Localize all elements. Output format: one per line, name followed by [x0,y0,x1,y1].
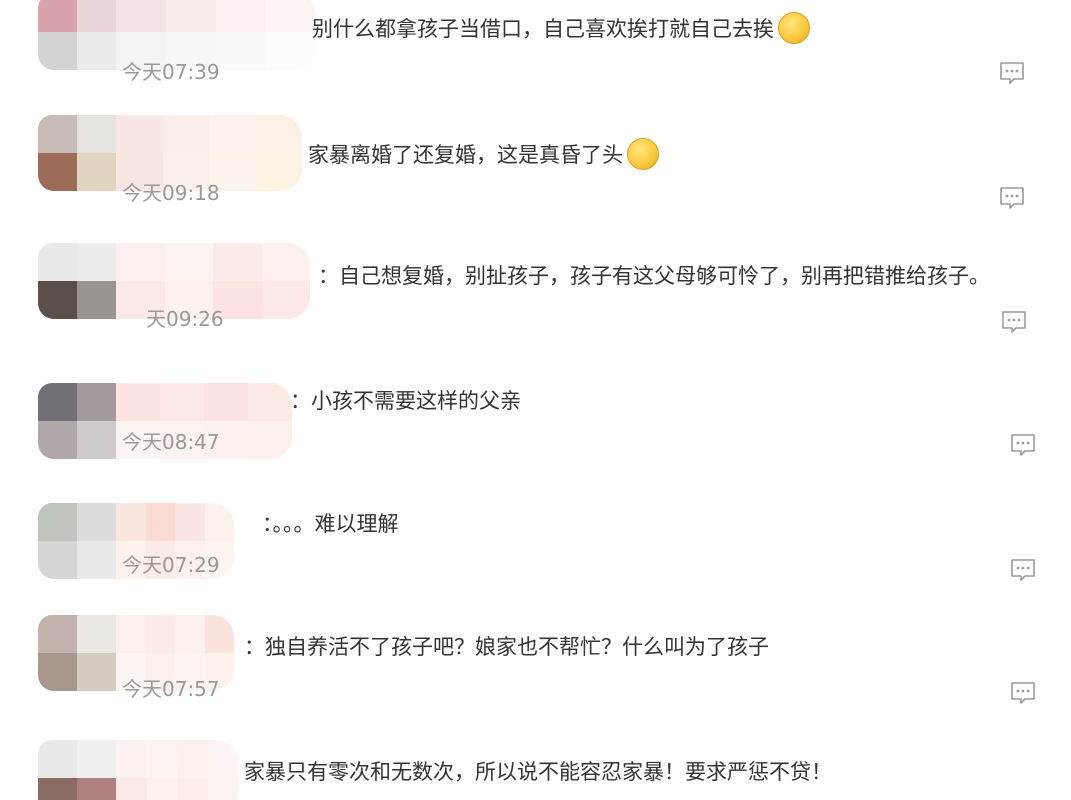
comment-text-content: ：小孩不需要这样的父亲 [290,389,521,413]
comment-text-content: 家暴离婚了还复婚，这是真昏了头 [308,143,623,167]
comment-text: 家暴只有零次和无数次，所以说不能容忍家暴！要求严惩不贷！ [244,759,832,785]
username[interactable] [116,0,316,70]
username[interactable] [116,243,310,319]
comment-text-content: ：独自养活不了孩子吧？娘家也不帮忙？什么叫为了孩子 [244,635,769,659]
comment-text-content: ：自己想复婚，别扯孩子，孩子有这父母够可怜了，别再把错推给孩子。 [318,264,990,288]
comment-text: 别什么都拿孩子当借口，自己喜欢挨打就自己去挨 [312,12,810,46]
comment-text-content: 别什么都拿孩子当借口，自己喜欢挨打就自己去挨 [312,17,774,41]
cold-sweat-emoji [627,138,659,170]
avatar[interactable] [38,383,116,459]
username[interactable] [116,383,292,459]
comment-bubble-icon[interactable] [1010,680,1036,706]
avatar[interactable] [38,503,116,579]
comment-text-content: 家暴只有零次和无数次，所以说不能容忍家暴！要求严惩不贷！ [244,760,832,784]
comment-text: ：小孩不需要这样的父亲 [290,388,521,414]
comment-list: 别什么都拿孩子当借口，自己喜欢挨打就自己去挨 今天07:39 家暴离婚了还复婚，这是… [0,0,1071,800]
comment-text: ：。。。难以理解 [262,511,399,537]
avatar[interactable] [38,740,116,800]
username[interactable] [116,503,234,579]
username[interactable] [116,740,238,800]
username[interactable] [116,115,302,191]
drooling-emoji [778,12,810,44]
comment-text: ：独自养活不了孩子吧？娘家也不帮忙？什么叫为了孩子 [244,634,769,660]
avatar[interactable] [38,615,116,691]
avatar[interactable] [38,0,116,70]
comment-text: 家暴离婚了还复婚，这是真昏了头 [308,138,659,172]
comment-text-content: ：。。。难以理解 [262,512,399,536]
comment-bubble-icon[interactable] [999,60,1025,86]
comment-bubble-icon[interactable] [999,185,1025,211]
username[interactable] [116,615,234,691]
comment-bubble-icon[interactable] [1010,557,1036,583]
avatar[interactable] [38,243,116,319]
comment-text: ：自己想复婚，别扯孩子，孩子有这父母够可怜了，别再把错推给孩子。 [318,263,990,289]
avatar[interactable] [38,115,116,191]
comment-bubble-icon[interactable] [1010,432,1036,458]
comment-bubble-icon[interactable] [1001,309,1027,335]
